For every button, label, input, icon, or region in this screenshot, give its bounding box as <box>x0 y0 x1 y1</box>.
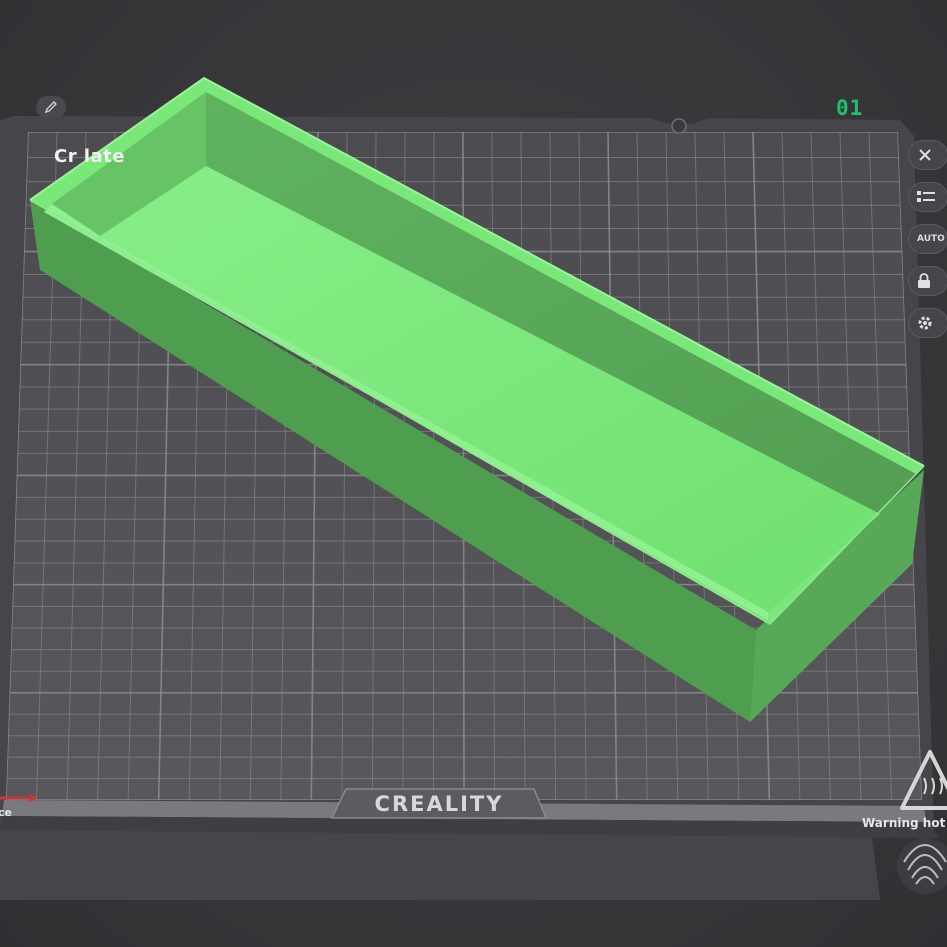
list-icon <box>917 191 935 202</box>
brand-logo: CREALITY <box>332 787 546 821</box>
plate-notch <box>671 118 687 134</box>
fingerprint-icon <box>897 838 947 894</box>
auto-orient-label: AUTO <box>917 234 945 244</box>
pencil-icon <box>44 101 57 114</box>
close-icon <box>919 149 931 161</box>
warning-hot-text: Warning hot <box>862 816 946 830</box>
plate-left-text: ce <box>0 806 12 819</box>
arrange-button[interactable] <box>908 182 947 212</box>
auto-orient-button[interactable]: AUTO <box>908 224 947 254</box>
lock-icon <box>918 273 930 288</box>
edit-plate-button[interactable] <box>36 96 66 118</box>
close-plate-button[interactable] <box>908 140 947 170</box>
plate-number[interactable]: 01 <box>836 96 863 120</box>
plate-toolbar: AUTO <box>908 140 947 350</box>
plate-title: Cr late <box>54 146 125 167</box>
3d-viewport[interactable]: Cr late 01 AUTO CREALITY Warning hot ce <box>0 0 947 947</box>
gear-icon <box>918 316 932 330</box>
brand-text: CREALITY <box>374 792 504 816</box>
lock-plate-button[interactable] <box>908 266 947 296</box>
plate-settings-button[interactable] <box>908 308 947 338</box>
